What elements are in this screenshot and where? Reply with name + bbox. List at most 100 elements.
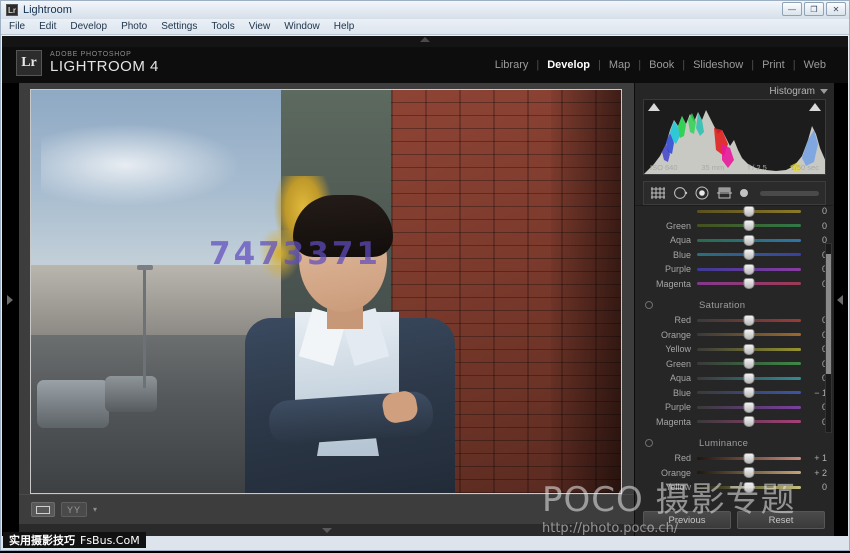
histogram[interactable]: ISO 640 35 mm f / 2.5 1/50 sec [643,99,826,175]
adjustment-brush-icon[interactable] [739,188,749,198]
before-after-icon[interactable]: YY [61,502,87,517]
slider-thumb[interactable] [744,206,755,217]
slider-row[interactable]: Green 0 [635,219,833,234]
slider-thumb[interactable] [744,344,755,355]
close-button[interactable]: ✕ [826,2,846,16]
slider-thumb[interactable] [744,358,755,369]
loupe-view-icon[interactable] [31,502,55,517]
maximize-button[interactable]: ❐ [804,2,824,16]
reset-button[interactable]: Reset [737,511,825,529]
module-develop[interactable]: Develop [539,59,598,71]
slider-row[interactable]: Magenta 0 [635,277,833,292]
slider-track[interactable] [697,486,801,489]
hsl-section-header-luminance[interactable]: Luminance [635,435,833,451]
hsl-section-header-saturation[interactable]: Saturation [635,297,833,313]
slider-row[interactable]: Yellow 0 [635,342,833,357]
slider-row[interactable]: Purple 0 [635,262,833,277]
slider-track[interactable] [697,224,801,227]
slider-thumb[interactable] [744,278,755,289]
menu-develop[interactable]: Develop [70,21,107,32]
menu-settings[interactable]: Settings [161,21,197,32]
slider-track[interactable] [697,210,801,213]
slider-row[interactable]: Blue − 1 [635,386,833,401]
slider-track[interactable] [697,362,801,365]
slider-thumb[interactable] [744,220,755,231]
menu-help[interactable]: Help [334,21,355,32]
slider-thumb[interactable] [744,315,755,326]
left-panel-collapsed[interactable] [2,83,19,536]
slider-row[interactable]: Orange 0 [635,328,833,343]
slider-track[interactable] [697,406,801,409]
slider-track[interactable] [697,391,801,394]
right-panel-collapsed[interactable] [834,83,848,536]
target-adjust-icon[interactable] [645,301,653,309]
slider-row[interactable]: Blue 0 [635,248,833,263]
menu-photo[interactable]: Photo [121,21,147,32]
chevron-down-icon[interactable] [820,89,828,94]
slider-row[interactable]: Yellow 0 [635,205,833,219]
module-web[interactable]: Web [796,59,834,71]
slider-thumb[interactable] [744,482,755,493]
slider-thumb[interactable] [744,453,755,464]
slider-track[interactable] [697,333,801,336]
slider-thumb[interactable] [744,373,755,384]
top-panel-collapse-bar[interactable] [2,36,848,47]
slider-thumb[interactable] [744,387,755,398]
slider-track[interactable] [697,457,801,460]
photo-preview[interactable]: 7473371 [31,90,621,493]
chevron-left-icon[interactable] [837,295,843,305]
slider-track[interactable] [697,239,801,242]
slider-thumb[interactable] [744,402,755,413]
chevron-right-icon[interactable] [7,295,13,305]
menu-window[interactable]: Window [284,21,320,32]
chevron-down-icon[interactable] [322,528,332,533]
slider-row[interactable]: Aqua 0 [635,233,833,248]
menu-file[interactable]: File [9,21,25,32]
slider-track[interactable] [697,268,801,271]
slider-row[interactable]: Red + 1 [635,451,833,466]
slider-row[interactable]: Red 0 [635,313,833,328]
slider-row[interactable]: Purple 0 [635,400,833,415]
slider-track[interactable] [697,420,801,423]
menu-tools[interactable]: Tools [211,21,234,32]
slider-row[interactable]: Orange + 2 [635,466,833,481]
scrollbar-thumb[interactable] [826,254,831,374]
tool-amount-slider[interactable] [760,191,819,196]
slider-track[interactable] [697,319,801,322]
module-slideshow[interactable]: Slideshow [685,59,751,71]
module-library[interactable]: Library [487,59,537,71]
module-print[interactable]: Print [754,59,793,71]
graduated-filter-icon[interactable] [717,186,732,200]
hsl-color-panel[interactable]: Yellow 0 Green 0 [635,205,833,493]
image-canvas[interactable]: 7473371 [19,83,634,536]
red-eye-icon[interactable] [695,186,710,200]
crop-overlay-icon[interactable] [650,186,666,200]
slider-track[interactable] [697,253,801,256]
highlight-clipping-icon[interactable] [809,103,821,111]
slider-track[interactable] [697,377,801,380]
slider-thumb[interactable] [744,235,755,246]
spot-removal-icon[interactable] [673,186,688,200]
right-panel-scrollbar[interactable] [825,243,832,433]
slider-thumb[interactable] [744,264,755,275]
slider-track[interactable] [697,282,801,285]
slider-thumb[interactable] [744,416,755,427]
minimize-button[interactable]: — [782,2,802,16]
target-adjust-icon[interactable] [645,439,653,447]
slider-row[interactable]: Aqua 0 [635,371,833,386]
slider-thumb[interactable] [744,249,755,260]
previous-button[interactable]: Previous [643,511,731,529]
module-map[interactable]: Map [601,59,638,71]
slider-row[interactable]: Yellow 0 [635,480,833,493]
identity-plate[interactable]: Lr ADOBE PHOTOSHOP LIGHTROOM 4 [16,50,159,76]
slider-thumb[interactable] [744,329,755,340]
menu-view[interactable]: View [249,21,271,32]
menu-edit[interactable]: Edit [39,21,56,32]
shadow-clipping-icon[interactable] [648,103,660,111]
slider-row[interactable]: Green 0 [635,357,833,372]
module-book[interactable]: Book [641,59,682,71]
chevron-up-icon[interactable] [420,37,430,42]
slider-track[interactable] [697,471,801,474]
slider-thumb[interactable] [744,467,755,478]
slider-track[interactable] [697,348,801,351]
